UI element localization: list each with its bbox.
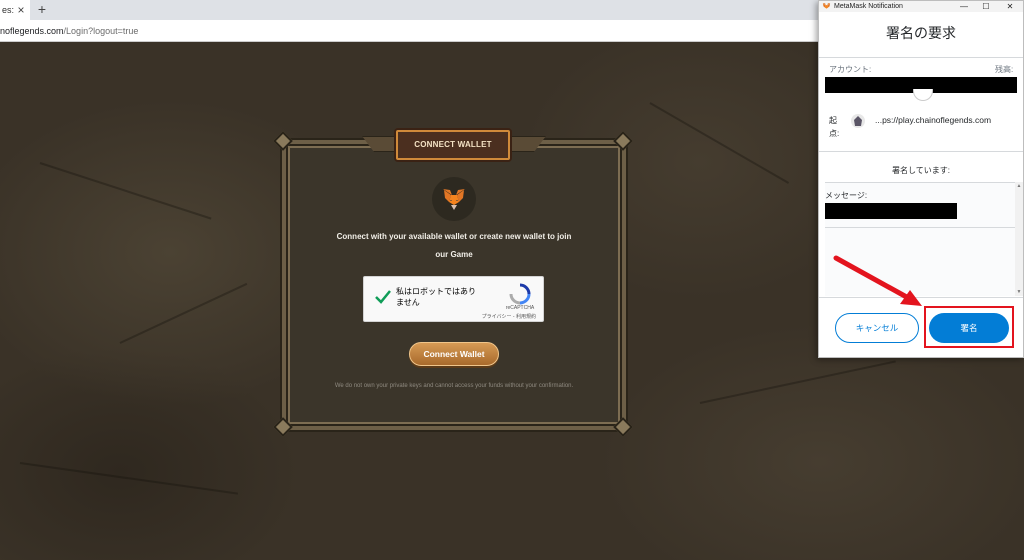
minimize-icon[interactable]: — <box>955 1 973 12</box>
connect-wallet-button[interactable]: Connect Wallet <box>409 342 499 366</box>
metamask-titlebar: MetaMask Notification — ☐ ✕ <box>819 1 1023 12</box>
scroll-up-icon[interactable]: ▲ <box>1015 182 1023 190</box>
signature-request-heading: 署名の要求 <box>886 25 956 41</box>
account-label: アカウント: <box>829 65 872 74</box>
recaptcha-widget: 私はロボットではありません reCAPTCHA プライバシー - 利用規約 <box>363 276 544 322</box>
rock-texture <box>19 462 238 495</box>
captcha-privacy-links[interactable]: プライバシー - 利用規約 <box>468 313 544 320</box>
new-tab-button[interactable]: + <box>34 0 50 20</box>
balance-label: 残高: <box>995 65 1014 74</box>
origin-label: 起点: <box>829 116 840 138</box>
sign-button-highlight <box>924 306 1014 348</box>
panel-title: CONNECT WALLET <box>414 140 492 149</box>
message-label: メッセージ: <box>825 191 868 200</box>
connect-message-line1: Connect with your available wallet or cr… <box>336 232 572 241</box>
rock-texture <box>39 162 212 220</box>
captcha-checkmark-icon[interactable] <box>374 288 392 306</box>
tab-title: es: <box>2 5 15 15</box>
rock-texture <box>699 360 896 404</box>
disclaimer-text: We do not own your private keys and cann… <box>334 383 574 389</box>
site-icon <box>851 114 865 128</box>
panel-title-banner: CONNECT WALLET <box>396 130 510 160</box>
recaptcha-logo-icon <box>509 283 531 305</box>
rock-texture <box>119 282 248 344</box>
red-arrow-icon <box>833 255 922 306</box>
metamask-fox-icon <box>443 189 465 210</box>
message-scrollbar[interactable]: ▲ ▼ <box>1015 182 1023 296</box>
divider <box>819 151 1023 152</box>
captcha-label: 私はロボットではありません <box>396 287 476 307</box>
metamask-fox-icon <box>822 3 831 9</box>
url-text[interactable]: noflegends.com/Login?logout=true <box>0 20 138 42</box>
origin-url: ...ps://play.chainoflegends.com <box>875 115 992 125</box>
connect-message-line2: our Game <box>435 250 473 259</box>
redacted-message <box>825 203 957 219</box>
cancel-button[interactable]: キャンセル <box>835 313 919 343</box>
divider <box>819 57 1023 58</box>
rock-texture <box>649 102 790 184</box>
maximize-icon[interactable]: ☐ <box>977 1 995 12</box>
recaptcha-brand: reCAPTCHA <box>505 305 535 311</box>
signing-label: 署名しています: <box>892 166 950 175</box>
divider <box>825 227 1015 228</box>
metamask-window-title: MetaMask Notification <box>834 3 903 10</box>
url-domain: noflegends.com <box>0 26 64 36</box>
tab-close-icon[interactable]: × <box>14 0 28 20</box>
url-path: /Login?logout=true <box>63 26 139 36</box>
scroll-down-icon[interactable]: ▼ <box>1015 288 1023 296</box>
account-avatar <box>913 89 933 101</box>
connect-message: Connect with your available wallet or cr… <box>326 228 582 264</box>
close-icon[interactable]: ✕ <box>1001 1 1019 12</box>
